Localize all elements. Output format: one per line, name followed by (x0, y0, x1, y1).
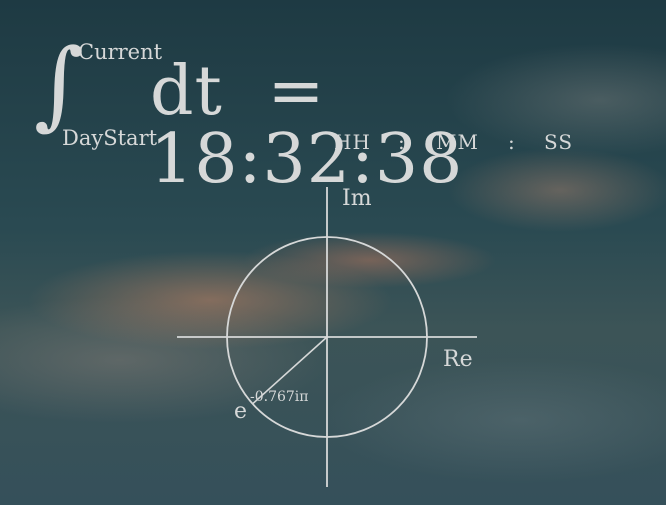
exponent-label: -0.767iπ (250, 389, 309, 405)
imaginary-axis-label: Im (342, 186, 372, 211)
exponential-base: e (234, 399, 248, 424)
real-axis-label: Re (443, 347, 473, 372)
complex-plane-diagram (177, 187, 477, 487)
